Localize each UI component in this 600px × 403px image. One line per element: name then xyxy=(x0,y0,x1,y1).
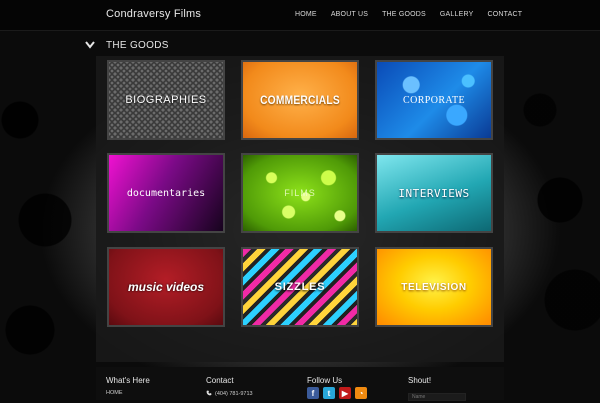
footer-heading: Follow Us xyxy=(307,376,343,385)
tile-label: BIOGRAPHIES xyxy=(125,94,207,106)
footer-contact: Contact (404) 781-9713 xyxy=(206,376,253,398)
nav-contact[interactable]: CONTACT xyxy=(487,11,522,18)
footer-shout: Shout! xyxy=(408,376,466,403)
tile-sizzles[interactable]: SIZZLES xyxy=(241,247,359,327)
phone-icon xyxy=(206,390,212,398)
tile-label: COMMERCIALS xyxy=(260,93,340,107)
nav-the-goods[interactable]: THE GOODS xyxy=(382,11,426,18)
footer: What's Here HOME Contact (404) 781-9713 … xyxy=(96,367,504,403)
phone-row: (404) 781-9713 xyxy=(206,390,253,398)
tile-label: documentaries xyxy=(126,187,206,199)
nav-gallery[interactable]: GALLERY xyxy=(440,11,474,18)
chevron-down-icon[interactable] xyxy=(84,39,96,51)
tile-label: SIZZLES xyxy=(274,281,326,293)
section-title: THE GOODS xyxy=(106,39,169,51)
tile-films[interactable]: FILMS xyxy=(241,153,359,233)
tile-commercials[interactable]: COMMERCIALS xyxy=(241,60,359,140)
footer-heading: What's Here xyxy=(106,376,150,385)
footer-whats-here: What's Here HOME xyxy=(106,376,150,396)
nav-about-us[interactable]: ABOUT US xyxy=(331,11,368,18)
tile-label: TELEVISION xyxy=(401,281,467,293)
footer-heading: Contact xyxy=(206,376,234,385)
tile-label: CORPORATE xyxy=(403,94,465,106)
tile-music-videos[interactable]: music videos xyxy=(107,247,225,327)
section-header: THE GOODS xyxy=(84,39,169,51)
tile-interviews[interactable]: INTERVIEWS xyxy=(375,153,493,233)
twitter-icon[interactable]: t xyxy=(323,387,335,399)
tile-label: music videos xyxy=(127,280,205,294)
nav-home[interactable]: HOME xyxy=(295,11,317,18)
footer-follow-us: Follow Us f t ▶ ◔ xyxy=(307,376,367,399)
tile-biographies[interactable]: BIOGRAPHIES xyxy=(107,60,225,140)
social-icons: f t ▶ ◔ xyxy=(307,387,367,399)
tile-label: INTERVIEWS xyxy=(398,186,470,200)
tile-label: FILMS xyxy=(284,188,316,198)
footer-heading: Shout! xyxy=(408,376,432,385)
facebook-icon[interactable]: f xyxy=(307,387,319,399)
tile-television[interactable]: TELEVISION xyxy=(375,247,493,327)
main-nav: HOME ABOUT US THE GOODS GALLERY CONTACT xyxy=(295,11,522,18)
tile-corporate[interactable]: CORPORATE xyxy=(375,60,493,140)
rss-icon[interactable]: ◔ xyxy=(355,387,367,399)
phone-number: (404) 781-9713 xyxy=(215,391,253,397)
site-brand[interactable]: Condraversy Films xyxy=(106,8,201,20)
youtube-icon[interactable]: ▶ xyxy=(339,387,351,399)
tile-documentaries[interactable]: documentaries xyxy=(107,153,225,233)
footer-link-home[interactable]: HOME xyxy=(106,390,150,396)
top-bar: Condraversy Films HOME ABOUT US THE GOOD… xyxy=(0,0,600,31)
